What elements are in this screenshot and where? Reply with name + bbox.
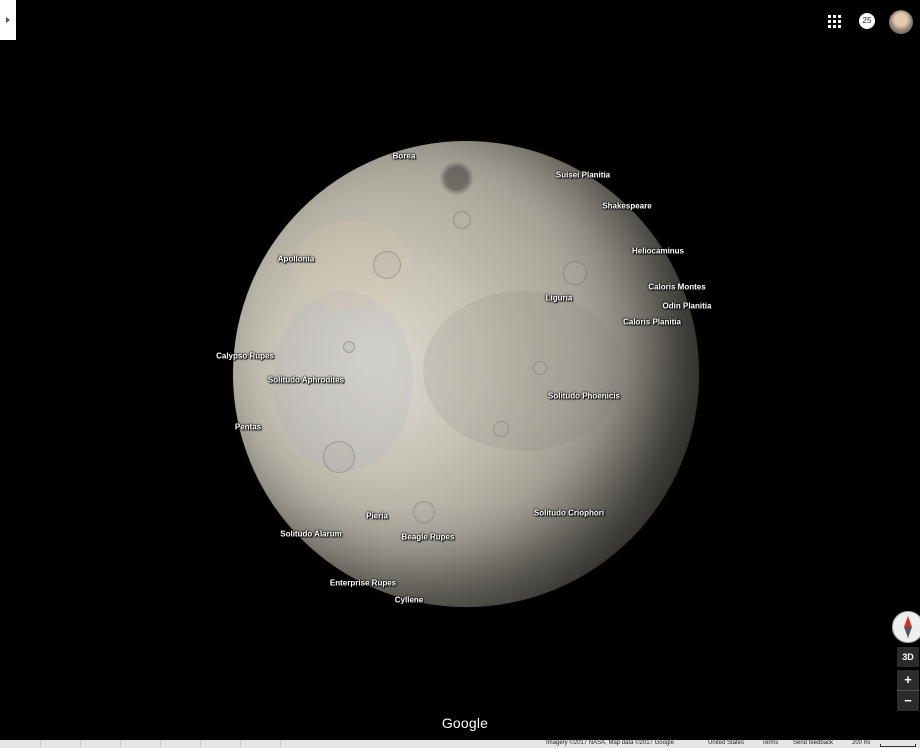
feature-label[interactable]: Heliocaminus <box>632 247 684 256</box>
feature-label[interactable]: Solitudo Criophori <box>534 509 604 518</box>
crater <box>453 211 471 229</box>
apps-dot <box>838 20 841 23</box>
bar-divider <box>120 740 121 748</box>
feature-label[interactable]: Caloris Planitia <box>623 318 681 327</box>
crater <box>563 261 587 285</box>
crater <box>373 251 401 279</box>
crater <box>343 341 355 353</box>
google-logo: Google <box>441 715 489 731</box>
apps-dot <box>838 25 841 28</box>
attribution-bar <box>0 740 920 748</box>
feature-label[interactable]: Borea <box>393 152 416 161</box>
bar-divider <box>160 740 161 748</box>
zoom-out-button[interactable]: − <box>897 690 919 711</box>
crater <box>533 361 547 375</box>
feature-label[interactable]: Calypso Rupes <box>216 352 274 361</box>
apps-dot <box>838 15 841 18</box>
compass-south-needle <box>904 627 912 638</box>
apps-dot <box>833 20 836 23</box>
apps-dot <box>833 25 836 28</box>
apps-dot <box>828 25 831 28</box>
feature-label[interactable]: Caloris Montes <box>648 283 705 292</box>
bar-divider <box>280 740 281 748</box>
imagery-attribution: Imagery ©2017 NASA, Map data ©2017 Googl… <box>546 740 674 746</box>
feature-label[interactable]: Suisei Planitia <box>556 171 610 180</box>
feature-label[interactable]: Shakespeare <box>602 202 651 211</box>
apps-dot <box>833 15 836 18</box>
feature-label[interactable]: Solitudo Phoenicis <box>548 392 620 401</box>
surface-tint <box>423 291 623 451</box>
feature-label[interactable]: Odin Planitia <box>663 302 712 311</box>
feature-label[interactable]: Apollonia <box>278 255 314 264</box>
side-panel-toggle-button[interactable] <box>0 0 16 40</box>
zoom-in-button[interactable]: + <box>897 670 919 690</box>
apps-dot <box>828 15 831 18</box>
crater <box>413 501 435 523</box>
scale-bar <box>880 744 916 747</box>
3d-toggle-button[interactable]: 3D <box>897 647 919 667</box>
expand-arrow-icon <box>6 17 10 23</box>
region-link[interactable]: United States <box>708 739 744 747</box>
crater <box>493 421 509 437</box>
apps-dot <box>828 20 831 23</box>
bar-divider <box>200 740 201 748</box>
feature-label[interactable]: Beagle Rupes <box>402 533 455 542</box>
feature-label[interactable]: Pieria <box>366 512 388 521</box>
feature-label[interactable]: Pentas <box>235 423 261 432</box>
apps-grid-icon[interactable] <box>826 13 844 31</box>
feature-label[interactable]: Solitudo Alarum <box>280 530 341 539</box>
feature-label[interactable]: Liguria <box>546 294 573 303</box>
compass-icon[interactable] <box>892 611 920 643</box>
notification-badge[interactable]: 25 <box>859 13 875 29</box>
bar-divider <box>80 740 81 748</box>
map-viewport[interactable]: Borea Suisei Planitia Shakespeare Heliocami… <box>0 0 920 748</box>
bar-divider <box>40 740 41 748</box>
compass-north-needle <box>904 616 912 627</box>
terms-link[interactable]: Terms <box>762 739 778 747</box>
crater <box>323 441 355 473</box>
feature-label[interactable]: Cyllene <box>395 596 423 605</box>
feature-label[interactable]: Enterprise Rupes <box>330 579 396 588</box>
user-avatar[interactable] <box>889 10 913 34</box>
scale-label[interactable]: 200 mi <box>852 739 870 747</box>
send-feedback-link[interactable]: Send feedback <box>793 739 833 747</box>
feature-label[interactable]: Solitudo Aphrodites <box>268 376 344 385</box>
bar-divider <box>240 740 241 748</box>
